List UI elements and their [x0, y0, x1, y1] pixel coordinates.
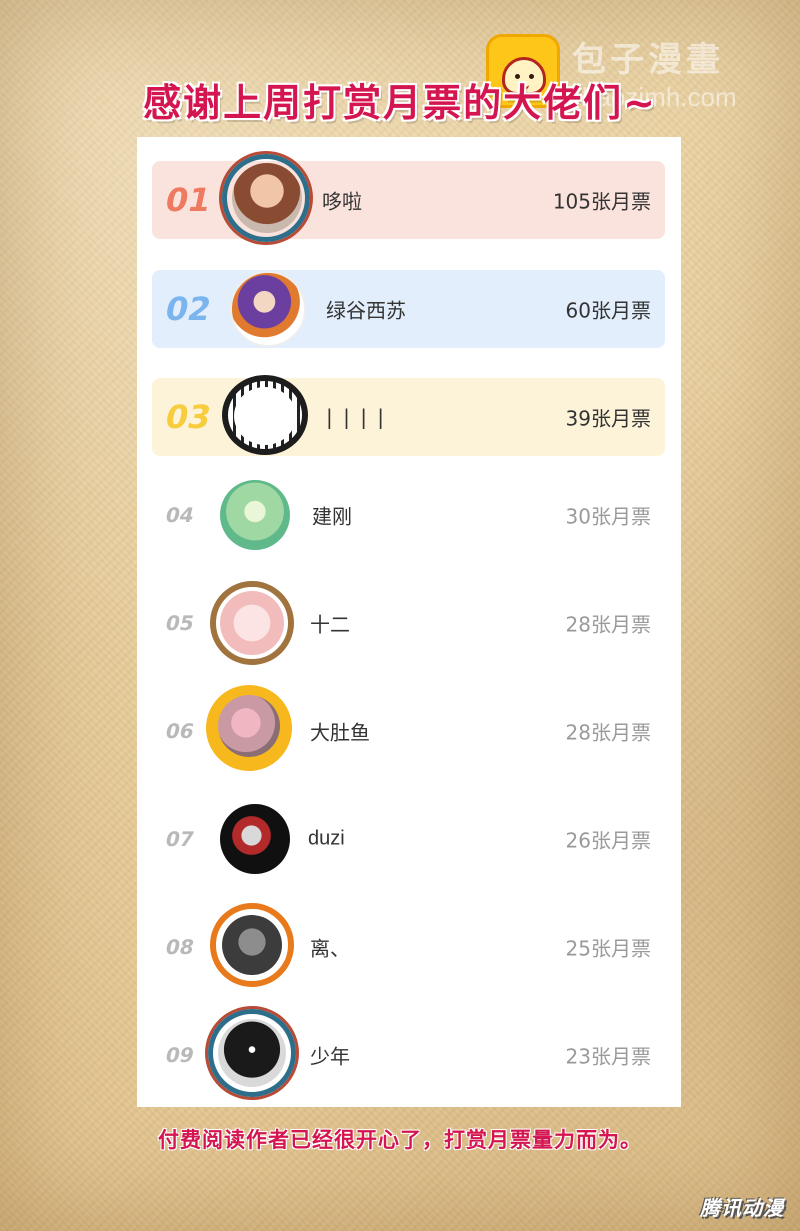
anime-character-icon: [230, 271, 306, 347]
ticket-count: 28张月票: [565, 720, 651, 745]
user-name: 离、: [310, 936, 350, 961]
ticket-count: 39张月票: [565, 406, 651, 431]
user-name: 哆啦: [322, 189, 362, 214]
ranking-row-2: 02 绿谷西苏 60张月票: [152, 270, 665, 348]
blurred-photo-icon: [218, 695, 280, 757]
rank-number: 02: [161, 290, 215, 328]
user-name: | | | |: [326, 405, 387, 429]
user-name: 十二: [310, 612, 350, 637]
ranking-row-3: 03 | | | | 39张月票: [152, 375, 665, 456]
portrait-woman-icon: [232, 163, 302, 233]
ticket-count: 60张月票: [565, 298, 651, 323]
ranking-row-5: 05 十二 28张月票: [152, 581, 665, 665]
rank-number: 07: [163, 827, 197, 851]
user-name: 绿谷西苏: [326, 298, 406, 323]
ticket-count: 25张月票: [565, 936, 651, 961]
ticket-count: 30张月票: [565, 504, 651, 529]
rank-number: 03: [161, 398, 215, 436]
rank-number: 01: [161, 181, 215, 219]
ranking-row-7: 07 duzi 26张月票: [152, 800, 665, 878]
ranking-row-6: 06 大肚鱼 28张月票: [152, 685, 665, 771]
rank-number: 09: [163, 1043, 197, 1067]
shadow-creature-icon: [218, 1019, 286, 1087]
user-name: 建刚: [312, 504, 352, 529]
ticket-count: 28张月票: [565, 612, 651, 637]
user-name: duzi: [308, 827, 345, 850]
rank-number: 08: [163, 935, 197, 959]
ranking-row-4: 04 建刚 30张月票: [152, 476, 665, 554]
rank-number: 04: [163, 503, 197, 527]
rank-number: 06: [163, 719, 197, 743]
ticket-count: 105张月票: [552, 189, 651, 214]
ultraman-icon: [220, 804, 290, 874]
bamboo-icon: [220, 480, 290, 550]
ranking-row-1: 01 哆啦 105张月票: [152, 154, 665, 242]
user-name: 少年: [310, 1044, 350, 1069]
watermark: 腾讯动漫: [700, 1196, 784, 1220]
footer-note: 付费阅读作者已经很开心了，打赏月票量力而为。: [158, 1128, 642, 1152]
user-name: 大肚鱼: [310, 720, 370, 745]
avatar-blank: [234, 387, 296, 445]
ranking-row-8: 08 离、 25张月票: [152, 903, 665, 987]
rank-number: 05: [163, 611, 197, 635]
avatar-pink: [220, 591, 284, 655]
avatar-dark: [222, 915, 282, 975]
ranking-row-9: 09 少年 23张月票: [152, 1009, 665, 1097]
ticket-count: 23张月票: [565, 1044, 651, 1069]
page-title: 感谢上周打赏月票的大佬们~: [143, 81, 657, 125]
ticket-count: 26张月票: [565, 828, 651, 853]
